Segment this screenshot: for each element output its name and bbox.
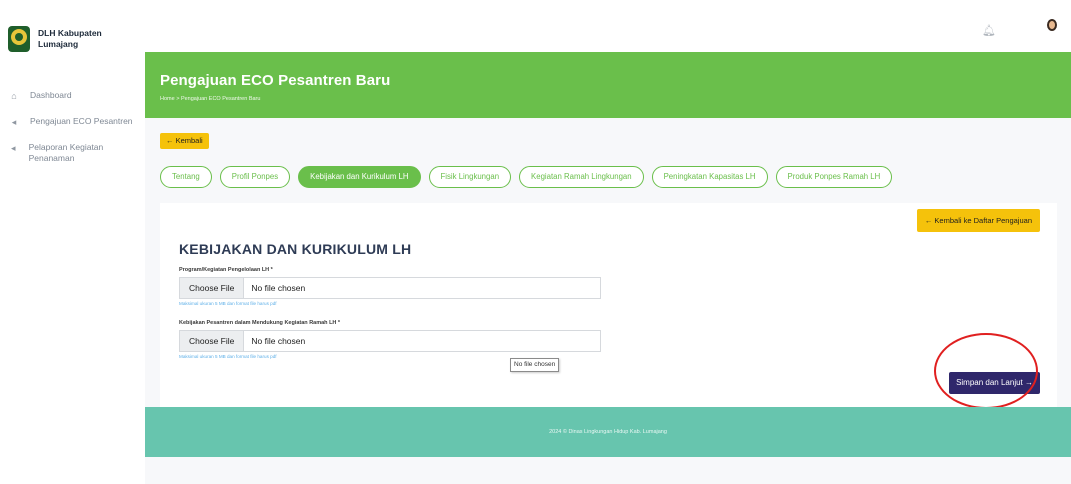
topbar: 🔔︎: [145, 0, 1071, 52]
form-card: ← Kembali ke Daftar Pengajuan KEBIJAKAN …: [160, 203, 1057, 409]
page-title: Pengajuan ECO Pesantren Baru: [160, 72, 391, 89]
brand[interactable]: DLH Kabupaten Lumajang: [8, 26, 118, 52]
sidebar-item-pelaporan[interactable]: ◂ Pelaporan Kegiatan Penanaman: [0, 142, 145, 164]
file-input-kebijakan[interactable]: Choose File No file chosen: [179, 330, 601, 352]
main-content: 🔔︎ Pengajuan ECO Pesantren Baru Home > P…: [145, 0, 1071, 484]
choose-file-button[interactable]: Choose File: [180, 331, 245, 351]
tab-fisik-lingkungan[interactable]: Fisik Lingkungan: [428, 166, 512, 188]
sidebar-item-label: Dashboard: [30, 90, 72, 100]
sidebar-item-dashboard[interactable]: ⌂ Dashboard: [0, 90, 145, 102]
sidebar-nav: ⌂ Dashboard ◂ Pengajuan ECO Pesantren ◂ …: [0, 90, 145, 178]
avatar[interactable]: [1041, 12, 1063, 38]
page-header: Pengajuan ECO Pesantren Baru Home > Peng…: [145, 52, 1071, 118]
tab-kebijakan-kurikulum[interactable]: Kebijakan dan Kurikulum LH: [298, 166, 421, 188]
breadcrumb[interactable]: Home > Pengajuan ECO Pesantren Baru: [160, 96, 1071, 102]
footer: 2024 © Dinas Lingkungan Hidup Kab. Lumaj…: [145, 407, 1071, 457]
tab-tentang[interactable]: Tentang: [160, 166, 212, 188]
tab-profil-ponpes[interactable]: Profil Ponpes: [219, 166, 291, 188]
back-button[interactable]: ← Kembali: [160, 133, 209, 149]
logo-icon: [8, 26, 30, 52]
sidebar-item-pengajuan[interactable]: ◂ Pengajuan ECO Pesantren: [0, 116, 145, 128]
tab-produk-ponpes[interactable]: Produk Ponpes Ramah LH: [775, 166, 893, 188]
sidebar: DLH Kabupaten Lumajang ⌂ Dashboard ◂ Pen…: [0, 0, 145, 484]
footer-text: 2024 © Dinas Lingkungan Hidup Kab. Lumaj…: [549, 429, 667, 435]
brand-name: DLH Kabupaten Lumajang: [38, 28, 102, 49]
field-label-program: Program/Kegiatan Pengelolaan LH *: [179, 267, 273, 273]
sidebar-item-label: Pengajuan ECO Pesantren: [30, 116, 133, 126]
app: DLH Kabupaten Lumajang ⌂ Dashboard ◂ Pen…: [0, 0, 1071, 484]
step-tabs: Tentang Profil Ponpes Kebijakan dan Kuri…: [160, 166, 893, 188]
file-status: No file chosen: [251, 283, 306, 293]
field-hint: Maksimal ukuran 5 MB dan format file har…: [179, 301, 277, 306]
choose-file-button[interactable]: Choose File: [180, 278, 245, 298]
file-status: No file chosen: [251, 336, 306, 346]
save-and-continue-button[interactable]: Simpan dan Lanjut →: [949, 372, 1040, 394]
file-input-program[interactable]: Choose File No file chosen: [179, 277, 601, 299]
field-label-kebijakan: Kebijakan Pesantren dalam Mendukung Kegi…: [179, 320, 341, 326]
send-icon: ◂: [11, 143, 16, 153]
file-tooltip: No file chosen: [510, 358, 560, 372]
highlight-circle: [934, 333, 1038, 409]
back-to-list-button[interactable]: ← Kembali ke Daftar Pengajuan: [916, 209, 1040, 232]
user-icon: [1047, 19, 1057, 31]
tab-kegiatan-ramah[interactable]: Kegiatan Ramah Lingkungan: [519, 166, 644, 188]
send-icon: ◂: [11, 117, 17, 127]
tab-peningkatan-kapasitas[interactable]: Peningkatan Kapasitas LH: [651, 166, 768, 188]
bell-icon[interactable]: 🔔︎: [982, 24, 996, 37]
form-title: KEBIJAKAN DAN KURIKULUM LH: [179, 241, 412, 257]
sidebar-item-label: Pelaporan Kegiatan Penanaman: [28, 142, 104, 163]
home-icon: ⌂: [11, 91, 17, 101]
field-hint: Maksimal ukuran 5 MB dan format file har…: [179, 354, 277, 359]
